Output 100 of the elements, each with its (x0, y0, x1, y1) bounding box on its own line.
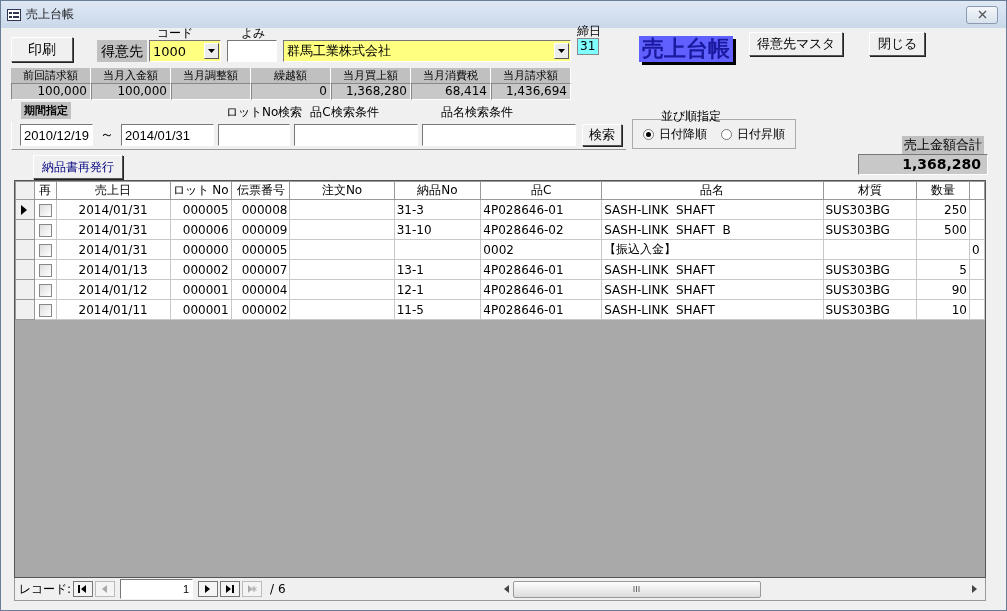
date-to-field[interactable]: 2014/01/31 (121, 124, 214, 146)
sort-radio[interactable]: 日付昇順 (721, 125, 785, 143)
column-header: 再 (34, 181, 57, 200)
reissue-checkbox[interactable] (38, 223, 52, 237)
last-arrow-icon (225, 585, 236, 593)
summary-header: 当月買上額 (331, 68, 411, 83)
table-cell: 31-3 (394, 199, 481, 220)
table-cell: 000005 (231, 239, 290, 260)
customer-name-dropdown[interactable]: 群馬工業株式会社 (283, 40, 571, 62)
reissue-delivery-note-button[interactable]: 納品書再発行 (33, 155, 123, 179)
column-header: ロット No (170, 181, 232, 200)
new-arrow-icon (247, 585, 258, 593)
table-cell: 2014/01/12 (56, 279, 170, 300)
table-cell: 000006 (170, 219, 232, 240)
closing-day-label: 締日 (577, 25, 601, 38)
table-cell: 2014/01/31 (56, 239, 170, 260)
table-cell: 500 (916, 219, 970, 240)
print-button[interactable]: 印刷 (11, 37, 73, 62)
close-icon (977, 10, 987, 19)
sales-total-label: 売上金額合計 (902, 136, 984, 154)
column-header: 数量 (916, 181, 970, 200)
item-code-search-label: 品C検索条件 (310, 106, 379, 119)
table-cell: 4P028646-01 (480, 199, 602, 220)
table-cell: 4P028646-01 (480, 299, 602, 320)
table-cell: 2014/01/31 (56, 219, 170, 240)
date-from-field[interactable]: 2010/12/19 (20, 124, 93, 146)
scroll-left-icon[interactable] (503, 585, 509, 593)
summary-value: 100,000 (11, 83, 91, 100)
sort-order-label: 並び順指定 (660, 110, 721, 123)
column-header: 伝票番号 (231, 181, 290, 200)
period-label: 期間指定 (21, 102, 71, 119)
table-cell: SUS303BG (823, 259, 917, 280)
summary-value: 1,368,280 (331, 83, 411, 100)
table-cell: 31-10 (394, 219, 481, 240)
customer-master-button[interactable]: 得意先マスタ (749, 32, 843, 56)
lot-search-label: ロットNo検索 (226, 106, 303, 119)
code-label: コード (157, 27, 194, 40)
column-header: 材質 (823, 181, 917, 200)
summary-value: 68,414 (411, 83, 491, 100)
reissue-checkbox[interactable] (38, 203, 52, 217)
table-cell: 000002 (231, 299, 290, 320)
table-cell: 2014/01/13 (56, 259, 170, 280)
table-cell: SUS303BG (823, 279, 917, 300)
table-cell: 000009 (231, 219, 290, 240)
table-cell: 5 (916, 259, 970, 280)
last-record-button[interactable] (220, 581, 241, 597)
table-cell: 90 (916, 279, 970, 300)
record-count: / 6 (270, 582, 286, 596)
table-cell: 4P028646-01 (480, 279, 602, 300)
record-number-field[interactable]: 1 (120, 579, 194, 599)
yomi-label: よみ (241, 27, 266, 40)
lot-search-field[interactable] (218, 124, 290, 146)
table-cell: 000004 (231, 279, 290, 300)
item-name-search-field[interactable] (422, 124, 576, 146)
column-header: 売上日 (56, 181, 170, 200)
table-cell: 4P028646-01 (480, 259, 602, 280)
table-cell: 000001 (170, 299, 232, 320)
summary-header: 繰越額 (251, 68, 331, 83)
current-row-icon (21, 204, 27, 215)
table-cell: 2014/01/11 (56, 299, 170, 320)
record-label: レコード: (19, 580, 72, 598)
next-record-button[interactable] (198, 581, 219, 597)
table-cell: 2014/01/31 (56, 199, 170, 220)
code-dropdown[interactable]: 1000 (149, 40, 221, 62)
summary-header: 当月入金額 (91, 68, 171, 83)
close-button[interactable] (966, 5, 998, 24)
closing-day-field[interactable]: 31 (577, 38, 599, 55)
first-arrow-icon (78, 585, 89, 593)
summary-value: 100,000 (91, 83, 171, 100)
table-cell: SASH-LINK SHAFT B (601, 219, 823, 240)
table-cell: 【振込入金】 (601, 239, 823, 260)
table-cell: SUS303BG (823, 199, 917, 220)
reissue-checkbox[interactable] (38, 283, 52, 297)
summary-header: 前回請求額 (11, 68, 91, 83)
table-cell: 000007 (231, 259, 290, 280)
table-cell: 11-5 (394, 299, 481, 320)
table-cell: 000000 (170, 239, 232, 260)
customer-label: 得意先 (97, 40, 147, 62)
sales-total-value: 1,368,280 (858, 154, 988, 175)
window-title: 売上台帳 (26, 6, 75, 23)
reissue-checkbox[interactable] (38, 263, 52, 277)
scroll-right-icon[interactable] (972, 585, 977, 593)
sort-radio[interactable]: 日付降順 (643, 125, 707, 143)
item-code-search-field[interactable] (294, 124, 418, 146)
reissue-checkbox[interactable] (38, 243, 52, 257)
range-separator: ～ (100, 126, 114, 144)
search-button[interactable]: 検索 (582, 124, 622, 146)
yomi-field[interactable] (227, 40, 277, 62)
column-header: 品名 (601, 181, 823, 200)
column-header: 注文No (289, 181, 395, 200)
form-title: 売上台帳 (639, 36, 733, 62)
summary-value: 0 (251, 83, 331, 100)
table-cell: SASH-LINK SHAFT (601, 279, 823, 300)
table-cell: 000008 (231, 199, 290, 220)
table-cell: SUS303BG (823, 219, 917, 240)
table-cell: 10 (916, 299, 970, 320)
reissue-checkbox[interactable] (38, 303, 52, 317)
close-form-button[interactable]: 閉じる (869, 32, 925, 56)
first-record-button[interactable] (73, 581, 94, 597)
scrollbar-thumb[interactable] (512, 580, 761, 598)
